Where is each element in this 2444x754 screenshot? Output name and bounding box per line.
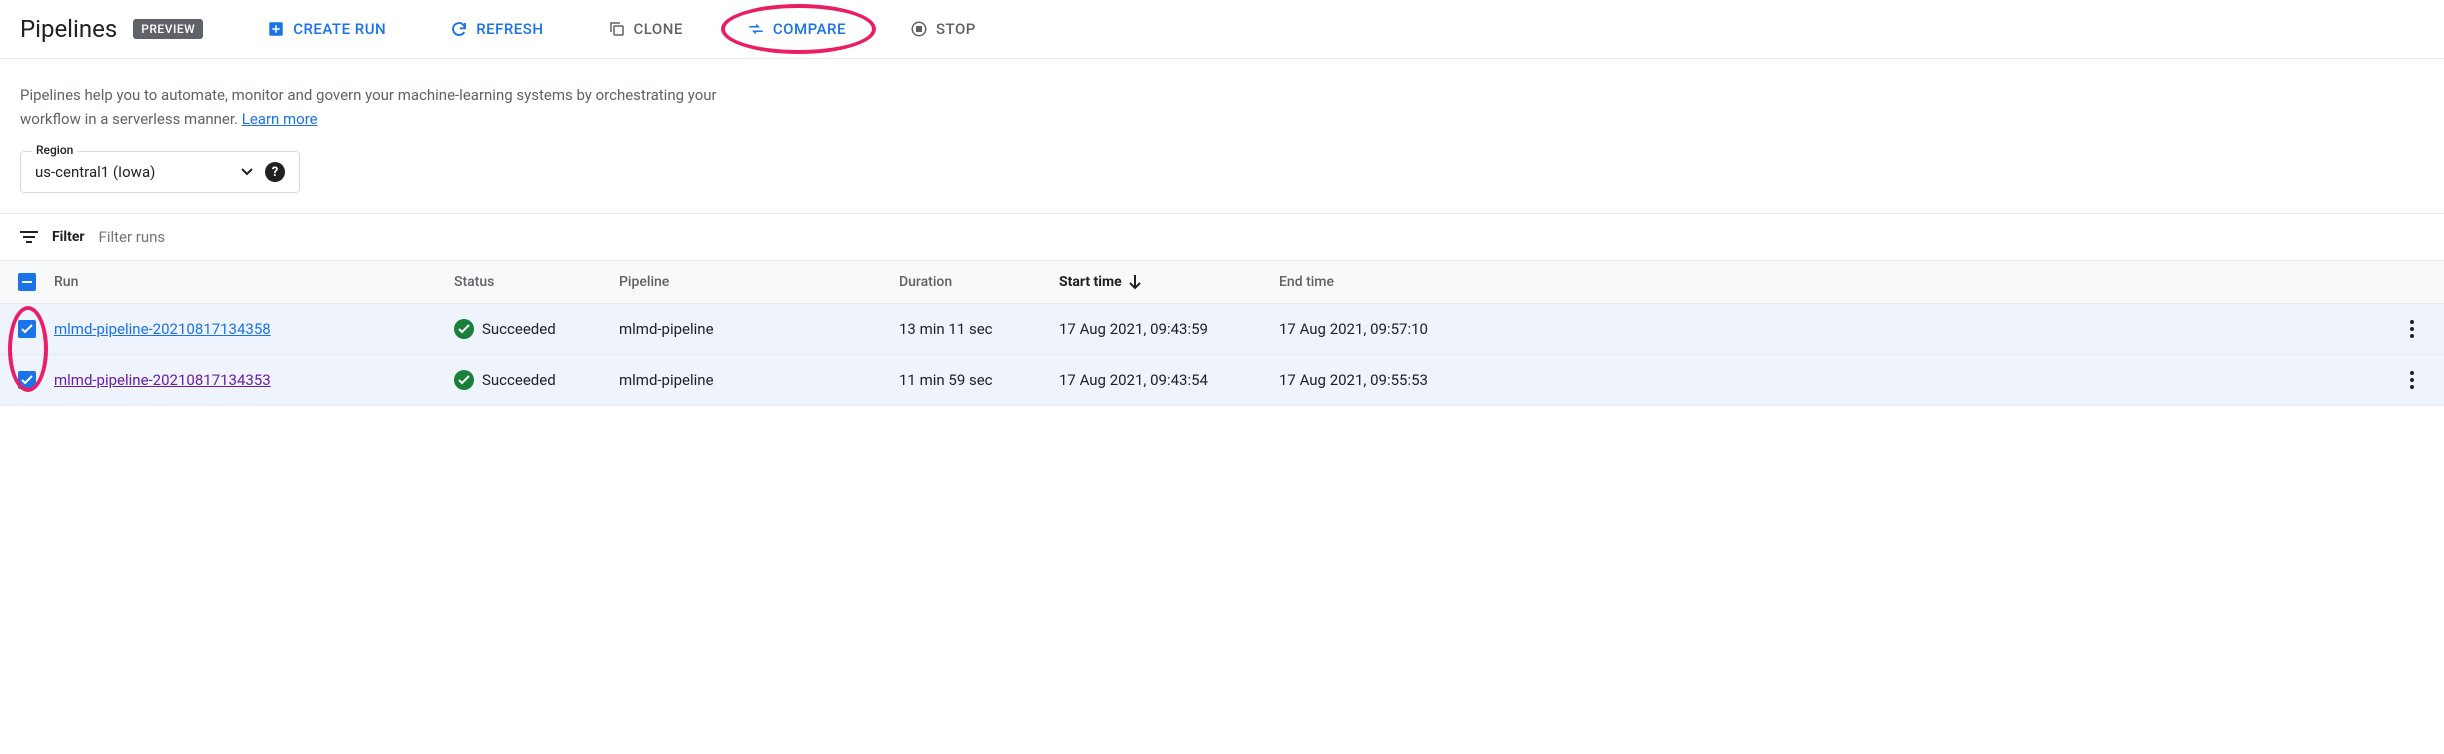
refresh-label: REFRESH xyxy=(476,20,543,38)
region-select[interactable]: us-central1 (Iowa) ? xyxy=(20,151,300,193)
preview-badge: PREVIEW xyxy=(133,19,203,39)
col-duration[interactable]: Duration xyxy=(899,274,1059,290)
success-icon xyxy=(454,319,474,339)
run-link[interactable]: mlmd-pipeline-20210817134353 xyxy=(54,371,271,389)
filter-bar: Filter xyxy=(0,213,2444,260)
sort-desc-icon xyxy=(1128,274,1142,290)
plus-icon xyxy=(267,20,285,38)
table-row: mlmd-pipeline-20210817134353 Succeeded m… xyxy=(0,355,2444,406)
col-run[interactable]: Run xyxy=(54,274,454,290)
learn-more-link[interactable]: Learn more xyxy=(242,110,318,128)
col-status[interactable]: Status xyxy=(454,274,619,290)
filter-icon xyxy=(20,230,38,244)
create-run-label: CREATE RUN xyxy=(293,20,386,38)
stop-label: STOP xyxy=(936,20,976,38)
refresh-button[interactable]: REFRESH xyxy=(434,12,559,46)
col-pipeline[interactable]: Pipeline xyxy=(619,274,899,290)
row-menu-button[interactable] xyxy=(2406,367,2418,393)
chevron-down-icon xyxy=(241,168,253,176)
clone-button[interactable]: CLONE xyxy=(592,12,699,46)
pipeline-text: mlmd-pipeline xyxy=(619,320,899,338)
status-text: Succeeded xyxy=(482,320,556,338)
table-header: Run Status Pipeline Duration Start time … xyxy=(0,260,2444,304)
description-text: Pipelines help you to automate, monitor … xyxy=(20,86,717,128)
start-time-text: 17 Aug 2021, 09:43:54 xyxy=(1059,371,1279,389)
page-title: Pipelines xyxy=(20,15,117,43)
filter-input[interactable] xyxy=(99,228,2424,246)
table-row: mlmd-pipeline-20210817134358 Succeeded m… xyxy=(0,304,2444,355)
page-description: Pipelines help you to automate, monitor … xyxy=(0,59,760,143)
start-time-text: 17 Aug 2021, 09:43:59 xyxy=(1059,320,1279,338)
create-run-button[interactable]: CREATE RUN xyxy=(251,12,402,46)
col-start-time[interactable]: Start time xyxy=(1059,274,1279,290)
end-time-text: 17 Aug 2021, 09:57:10 xyxy=(1279,320,1499,338)
refresh-icon xyxy=(450,20,468,38)
region-selector-group: Region us-central1 (Iowa) ? xyxy=(20,151,300,193)
select-all-checkbox[interactable] xyxy=(18,273,36,291)
col-end-time[interactable]: End time xyxy=(1279,274,1499,290)
region-value: us-central1 (Iowa) xyxy=(35,163,155,181)
help-icon[interactable]: ? xyxy=(265,162,285,182)
duration-text: 13 min 11 sec xyxy=(899,320,1059,338)
compare-icon xyxy=(747,20,765,38)
stop-icon xyxy=(910,20,928,38)
row-checkbox[interactable] xyxy=(18,371,36,389)
filter-label: Filter xyxy=(52,229,85,245)
row-menu-button[interactable] xyxy=(2406,316,2418,342)
copy-icon xyxy=(608,20,626,38)
pipeline-text: mlmd-pipeline xyxy=(619,371,899,389)
compare-button[interactable]: COMPARE xyxy=(731,12,862,46)
duration-text: 11 min 59 sec xyxy=(899,371,1059,389)
end-time-text: 17 Aug 2021, 09:55:53 xyxy=(1279,371,1499,389)
status-text: Succeeded xyxy=(482,371,556,389)
success-icon xyxy=(454,370,474,390)
run-link[interactable]: mlmd-pipeline-20210817134358 xyxy=(54,320,271,338)
clone-label: CLONE xyxy=(634,20,683,38)
row-checkbox[interactable] xyxy=(18,320,36,338)
table-body: mlmd-pipeline-20210817134358 Succeeded m… xyxy=(0,304,2444,406)
stop-button[interactable]: STOP xyxy=(894,12,992,46)
col-start-time-label: Start time xyxy=(1059,274,1122,290)
page-header: Pipelines PREVIEW CREATE RUN REFRESH CLO… xyxy=(0,0,2444,59)
region-label: Region xyxy=(32,143,77,157)
compare-label: COMPARE xyxy=(773,20,846,38)
